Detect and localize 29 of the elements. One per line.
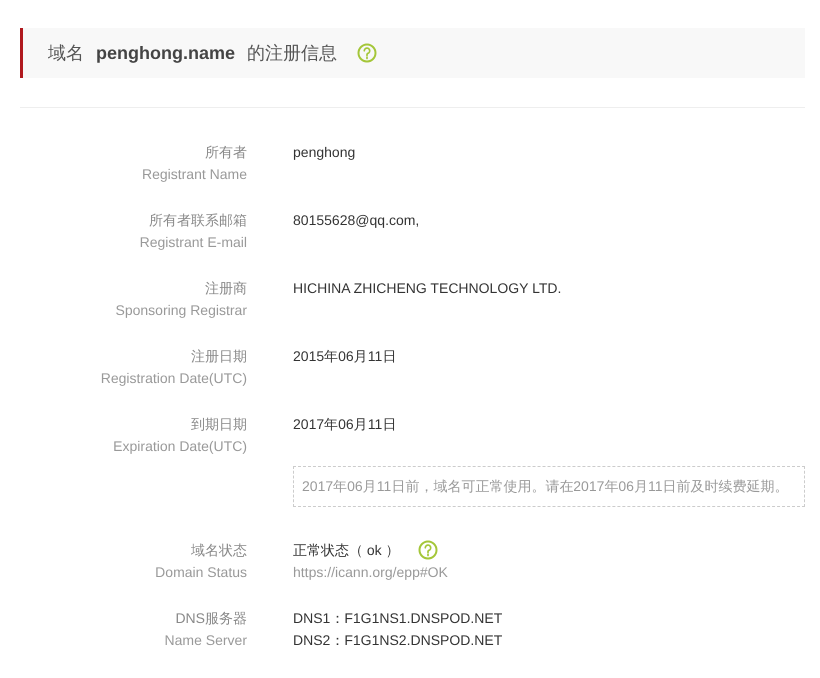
field-label: 所有者联系邮箱 [149, 211, 247, 230]
field-label: 注册商 [205, 279, 247, 298]
field-label: 域名状态 [191, 541, 247, 560]
domain-name: penghong.name [96, 42, 235, 64]
field-value: 2017年06月11日 [293, 415, 396, 434]
field-value: penghong [293, 143, 356, 162]
help-icon[interactable] [418, 540, 438, 560]
field-value: 2015年06月11日 [293, 347, 396, 366]
field-label: 所有者 [205, 143, 247, 162]
field-label-english: Expiration Date(UTC) [113, 437, 247, 456]
field-value: 正常状态（ ok ） [293, 541, 400, 560]
title-prefix: 域名 [48, 42, 84, 65]
field-value: DNS1：F1G1NS1.DNSPOD.NET [293, 609, 502, 628]
field-label-english: Registrant Name [142, 165, 247, 184]
field-value: 80155628@qq.com, [293, 211, 420, 230]
field-label-english: Sponsoring Registrar [115, 301, 247, 320]
field-label-english: Domain Status [155, 563, 247, 582]
field-label: DNS服务器 [175, 609, 247, 628]
help-icon[interactable] [357, 43, 377, 63]
field-label-english: Name Server [164, 631, 247, 650]
field-value: DNS2：F1G1NS2.DNSPOD.NET [293, 631, 502, 650]
status-link[interactable]: https://icann.org/epp#OK [293, 561, 448, 583]
expiry-notice: 2017年06月11日前，域名可正常使用。请在2017年06月11日前及时续费延期。 [293, 466, 805, 507]
field-value: HICHINA ZHICHENG TECHNOLOGY LTD. [293, 279, 562, 298]
field-label-english: Registration Date(UTC) [100, 369, 247, 388]
field-label: 注册日期 [191, 347, 247, 366]
field-label-english: Registrant E-mail [140, 233, 247, 252]
title-suffix: 的注册信息 [247, 42, 337, 65]
field-label: 到期日期 [191, 415, 247, 434]
